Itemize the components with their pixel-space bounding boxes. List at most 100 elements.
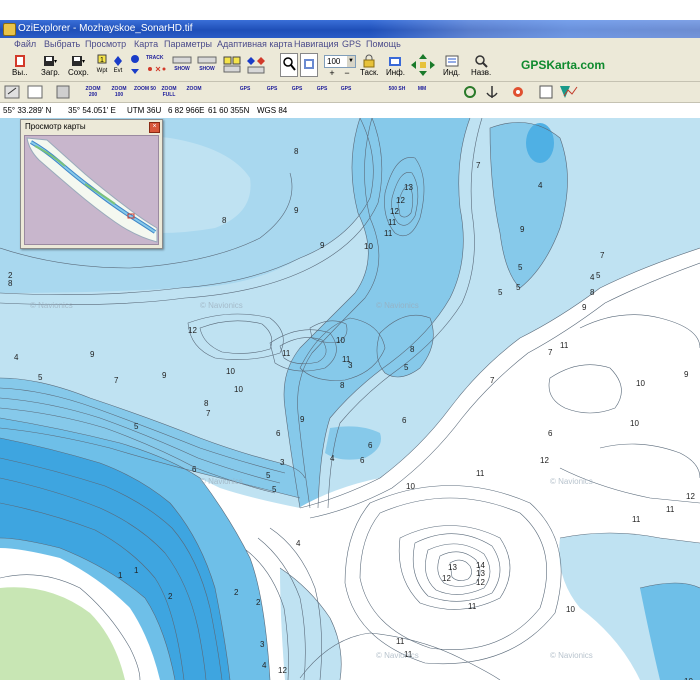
- depth-label: 13: [448, 563, 457, 572]
- status-bar: 55° 33.289' N 35° 54.051' E UTM 36U 6 82…: [0, 103, 700, 119]
- gps-button-5[interactable]: GPS: [337, 86, 355, 92]
- depth-label: 10: [630, 419, 639, 428]
- menu-view[interactable]: Просмотр: [85, 39, 126, 49]
- info-button[interactable]: Инф.: [386, 54, 405, 77]
- depth-label: 5: [134, 422, 139, 431]
- depth-label: 5: [518, 263, 523, 272]
- exit-button[interactable]: Вы..: [12, 54, 28, 77]
- globe-icon: [464, 86, 476, 98]
- menu-map[interactable]: Карта: [134, 39, 158, 49]
- svg-text:−: −: [344, 68, 349, 78]
- track-tools-icon: [148, 66, 166, 72]
- depth-label: 10: [336, 336, 345, 345]
- zoom-in-out[interactable]: + −: [327, 68, 353, 78]
- zoom-50-button[interactable]: ZOOM 50: [134, 86, 156, 92]
- watermark: © Navionics: [550, 651, 593, 660]
- speed-button[interactable]: 500 SH: [388, 86, 406, 92]
- show-events-button[interactable]: [246, 55, 266, 75]
- depth-label: 5: [516, 283, 521, 292]
- info-icon: [389, 57, 402, 66]
- show-route-button[interactable]: SHOW: [197, 55, 217, 72]
- zoom-custom-button[interactable]: ZOOM: [183, 86, 205, 92]
- depth-label: 9: [162, 371, 167, 380]
- gps-button-3[interactable]: GPS: [288, 86, 306, 92]
- depth-label: 5: [266, 471, 271, 480]
- name-button[interactable]: Назв.: [471, 54, 491, 77]
- gps-button-1[interactable]: GPS: [236, 86, 254, 92]
- pan-tool-button[interactable]: [300, 53, 318, 77]
- depth-label: 8: [8, 279, 13, 288]
- depth-label: 4: [262, 661, 267, 670]
- depth-label: 7: [548, 348, 553, 357]
- menu-navigation[interactable]: Навигация: [294, 39, 338, 49]
- title-bar: OziExplorer - Mozhayskoe_SonarHD.tif: [0, 20, 700, 38]
- chart-icon: [539, 85, 553, 99]
- app-icon: [3, 23, 16, 36]
- svg-text:+: +: [329, 68, 334, 78]
- menu-adaptive-map[interactable]: Адаптивная карта: [217, 39, 292, 49]
- search-icon: [475, 55, 488, 68]
- map-overview-window[interactable]: Просмотр карты ×: [20, 119, 163, 249]
- menu-file[interactable]: Файл: [14, 39, 36, 49]
- depth-label: 8: [410, 345, 415, 354]
- latitude-readout: 55° 33.289' N: [3, 106, 52, 115]
- depth-label: 6: [192, 465, 197, 474]
- chevron-down-icon: ▼: [347, 56, 355, 67]
- show-track-button[interactable]: SHOW: [172, 55, 192, 72]
- depth-label: 11: [342, 355, 351, 364]
- depth-label: 11: [476, 469, 485, 478]
- zoom-tool-button[interactable]: [280, 53, 298, 77]
- overview-title: Просмотр карты: [25, 122, 86, 131]
- profile-icon: [563, 86, 578, 97]
- exit-icon: [14, 55, 25, 67]
- units-button[interactable]: MM: [413, 86, 431, 92]
- menu-params[interactable]: Параметры: [164, 39, 212, 49]
- index-button[interactable]: Инд.: [443, 54, 460, 77]
- save-button[interactable]: Сохр.: [68, 54, 89, 77]
- load-button[interactable]: Загр.: [41, 54, 60, 77]
- depth-label: 11: [468, 602, 477, 611]
- depth-label: 4: [538, 181, 543, 190]
- depth-label: 1: [134, 566, 139, 575]
- gps-button-4[interactable]: GPS: [313, 86, 331, 92]
- depth-label: 11: [560, 341, 569, 350]
- close-icon[interactable]: ×: [149, 122, 160, 133]
- depth-label: 12: [390, 207, 399, 216]
- track-tools[interactable]: [146, 65, 166, 73]
- show-route-icon: [197, 56, 217, 64]
- overview-title-bar[interactable]: Просмотр карты ×: [21, 120, 162, 133]
- waypoint-button[interactable]: 1 Wpt: [96, 54, 108, 74]
- depth-label: 8: [590, 288, 595, 297]
- secondary-toolbar: ZOOM 200 ZOOM 100 ZOOM 50 ZOOM FULL ZOOM…: [0, 82, 700, 103]
- zoom-full-button[interactable]: ZOOM FULL: [158, 86, 180, 98]
- depth-label: 10: [636, 379, 645, 388]
- gps-button-2[interactable]: GPS: [263, 86, 281, 92]
- zoom-plus-minus-icon: + −: [329, 68, 349, 78]
- deep-pocket-north-core: [526, 123, 554, 163]
- event-button[interactable]: Evt: [112, 54, 124, 74]
- watermark: © Navionics: [376, 301, 419, 310]
- route-button[interactable]: [129, 54, 141, 76]
- utm-zone: UTM 36U: [127, 106, 162, 115]
- menu-select[interactable]: Выбрать: [44, 39, 80, 49]
- event-icon: [114, 56, 122, 66]
- zoom-level-value: 100: [327, 57, 341, 66]
- depth-label: 12: [540, 456, 549, 465]
- zoom-200-button[interactable]: ZOOM 200: [82, 86, 104, 98]
- depth-label: 4: [590, 273, 595, 282]
- track-button[interactable]: TRACK: [146, 55, 164, 61]
- show-wpt-button[interactable]: [222, 55, 242, 75]
- route-icon: [131, 55, 139, 74]
- menu-gps[interactable]: GPS: [342, 39, 361, 49]
- depth-label: 14: [476, 561, 485, 570]
- menu-help[interactable]: Помощь: [366, 39, 401, 49]
- zoom-level-select[interactable]: 100 ▼: [324, 55, 356, 68]
- zoom-100-button[interactable]: ZOOM 100: [108, 86, 130, 98]
- depth-label: 5: [404, 363, 409, 372]
- task-button[interactable]: Таск.: [360, 54, 379, 77]
- overview-thumbnail[interactable]: [24, 135, 159, 245]
- depth-label: 10: [364, 242, 373, 251]
- watermark: © Navionics: [30, 301, 73, 310]
- navigation-arrows-button[interactable]: [410, 53, 436, 77]
- depth-label: 12: [686, 492, 695, 501]
